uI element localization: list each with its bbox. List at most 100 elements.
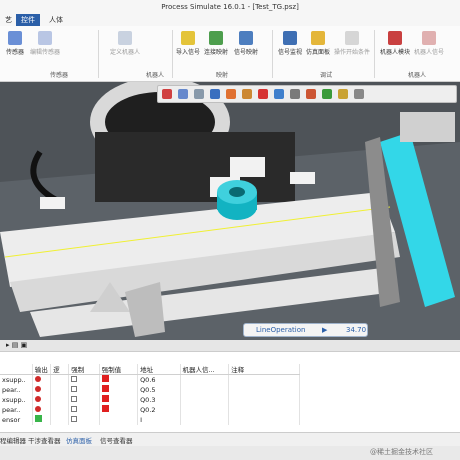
- signal-name: ensor: [0, 414, 33, 425]
- signal-mapping-button[interactable]: 信号映射: [234, 31, 258, 56]
- force-checkbox[interactable]: [71, 415, 78, 422]
- tab-craft[interactable]: 艺: [0, 14, 17, 26]
- robot-signal-icon: [422, 31, 436, 45]
- signal-address: I: [137, 414, 181, 425]
- bottom-tab-bar: 程编辑器 干涉查看器 仿真面板 信号查看器: [0, 432, 460, 446]
- group-label-mapping: 映射: [216, 72, 229, 79]
- 3d-viewport[interactable]: [0, 82, 460, 340]
- column-name: [0, 364, 33, 375]
- connection-mapping-button[interactable]: 连接映射: [204, 31, 228, 56]
- signal-name: pear..: [0, 384, 33, 395]
- tab-collision-viewer[interactable]: 干涉查看器: [28, 435, 61, 445]
- measure-icon[interactable]: [290, 89, 300, 99]
- column-robot-signal: 机器人信...: [180, 364, 230, 375]
- ribbon-tabs: 艺 主页 控件 人体: [0, 14, 460, 26]
- signal-address: Q0.2: [137, 404, 181, 415]
- import-signal-icon: [181, 31, 195, 45]
- output-status-icon: [34, 395, 41, 402]
- fit-icon[interactable]: [178, 89, 188, 99]
- force-value-indicator[interactable]: [101, 375, 109, 383]
- edit-sensor-button[interactable]: 编辑传感器: [30, 31, 60, 56]
- signal-name: xsupp..: [0, 394, 33, 405]
- signal-address: Q0.5: [137, 384, 181, 395]
- input-status-icon: [34, 415, 42, 422]
- sensor-button[interactable]: 传感器: [6, 31, 24, 56]
- tab-human[interactable]: 人体: [44, 14, 68, 26]
- view-cube-icon[interactable]: [210, 89, 220, 99]
- robot-module-button[interactable]: 机器人模块: [380, 31, 410, 56]
- group-label-debug: 调试: [320, 72, 333, 79]
- simulation-panel-button[interactable]: 仿真面板: [306, 31, 330, 56]
- tab-simulation-panel[interactable]: 仿真面板: [66, 435, 92, 445]
- start-condition-icon: [345, 31, 359, 45]
- import-signal-button[interactable]: 导入信号: [176, 31, 200, 56]
- column-force-value: 强制值: [99, 364, 139, 375]
- sequence-player[interactable]: LineOperation ▶ 34.70: [243, 323, 368, 337]
- signal-address: Q0.6: [137, 374, 181, 385]
- panel-toolbar-icons[interactable]: ▸ ▤ ▣: [6, 341, 27, 349]
- simulation-time: 34.70: [346, 326, 367, 334]
- frame-icon[interactable]: [258, 89, 268, 99]
- simulation-panel: 输出 逻 强制 强制值 地址 机器人信... 注释 xsupp.. Q0.6 p…: [0, 352, 460, 432]
- render-mode-icon[interactable]: [226, 89, 236, 99]
- operation-start-condition-button[interactable]: 操作开始条件: [334, 31, 370, 56]
- edit-sensor-icon: [38, 31, 52, 45]
- signal-address: Q0.3: [137, 394, 181, 405]
- rotate-icon[interactable]: [194, 89, 204, 99]
- force-checkbox[interactable]: [71, 385, 78, 392]
- pick-icon[interactable]: [322, 89, 332, 99]
- group-label-robot: 机器人: [408, 72, 427, 79]
- ribbon: 传感器 编辑传感器 定义机器人 导入信号 连接映射 信号映射 信号监视 仿真面板…: [0, 26, 460, 82]
- view-toolbar: [157, 85, 457, 103]
- table-row[interactable]: xsupp.. Q0.6: [0, 374, 300, 385]
- ribbon-divider: [272, 30, 273, 78]
- window-title: Process Simulate 16.0.1 - [Test_TG.psz]: [161, 3, 299, 11]
- connection-mapping-icon: [209, 31, 223, 45]
- signal-monitor-icon: [283, 31, 297, 45]
- pencil-icon[interactable]: [338, 89, 348, 99]
- table-row[interactable]: pear.. Q0.2: [0, 404, 300, 415]
- table-row[interactable]: ensor I: [0, 414, 300, 425]
- signal-name: pear..: [0, 404, 33, 415]
- section-icon[interactable]: [274, 89, 284, 99]
- light-icon[interactable]: [242, 89, 252, 99]
- play-icon[interactable]: ▶: [322, 324, 327, 336]
- group-label-robot-define: 机器人: [146, 72, 165, 79]
- snap-icon[interactable]: [306, 89, 316, 99]
- output-status-icon: [34, 405, 41, 412]
- panel-toolbar: ▸ ▤ ▣: [0, 340, 460, 352]
- paint-icon[interactable]: [354, 89, 364, 99]
- signal-monitor-button[interactable]: 信号监视: [278, 31, 302, 56]
- robot-signal-button[interactable]: 机器人信号: [414, 31, 444, 56]
- group-label-sensor: 传感器: [50, 72, 69, 79]
- tab-control[interactable]: 控件: [16, 14, 40, 26]
- define-robot-button[interactable]: 定义机器人: [110, 31, 140, 56]
- tab-signal-viewer[interactable]: 信号查看器: [100, 435, 133, 445]
- output-status-icon: [34, 375, 41, 382]
- sensor-icon: [8, 31, 22, 45]
- robot-module-icon: [388, 31, 402, 45]
- ribbon-divider: [98, 30, 99, 78]
- robot-icon: [118, 31, 132, 45]
- signal-mapping-icon: [239, 31, 253, 45]
- table-row[interactable]: xsupp.. Q0.3: [0, 394, 300, 405]
- table-row[interactable]: pear.. Q0.5: [0, 384, 300, 395]
- column-force: 强制: [68, 364, 100, 375]
- column-comment: 注释: [228, 364, 300, 375]
- force-checkbox[interactable]: [71, 375, 78, 382]
- operation-name[interactable]: LineOperation: [256, 324, 305, 336]
- ribbon-divider: [172, 30, 173, 78]
- force-checkbox[interactable]: [71, 405, 78, 412]
- force-value-indicator[interactable]: [101, 405, 109, 412]
- zoom-icon[interactable]: [162, 89, 172, 99]
- force-value-indicator[interactable]: [101, 385, 109, 392]
- watermark: @稀土掘金技术社区: [370, 448, 433, 456]
- tab-program-editor[interactable]: 程编辑器: [0, 435, 26, 445]
- column-address: 地址: [137, 364, 181, 375]
- signal-name: xsupp..: [0, 374, 33, 385]
- column-logic: 逻: [50, 364, 70, 375]
- force-value-indicator[interactable]: [101, 395, 109, 402]
- scene-graphic: [0, 82, 460, 340]
- output-status-icon: [34, 385, 41, 392]
- force-checkbox[interactable]: [71, 395, 78, 402]
